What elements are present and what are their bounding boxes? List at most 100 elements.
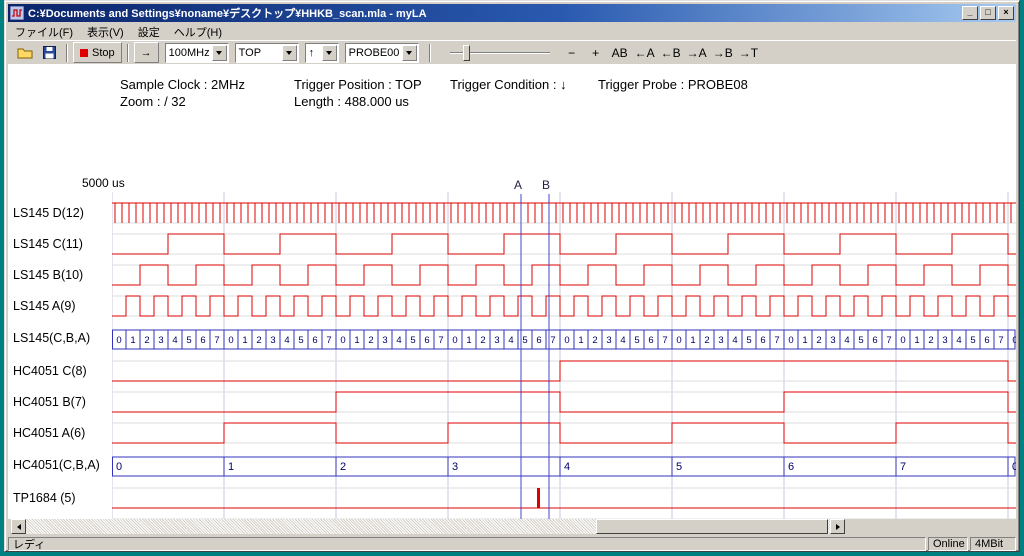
goto-b-right-button[interactable]: →B [710, 43, 736, 63]
bus-value: 3 [158, 335, 163, 346]
bus-value: 3 [494, 335, 499, 346]
bus-value: 4 [732, 335, 737, 346]
bus-value: 1 [914, 335, 919, 346]
bus-value: 4 [564, 461, 570, 473]
horizontal-scrollbar[interactable] [11, 519, 845, 534]
bus-value: 2 [928, 335, 933, 346]
zoom-in-button[interactable]: + [584, 43, 608, 63]
chevron-down-icon[interactable] [282, 45, 297, 61]
bus-value: 5 [410, 335, 415, 346]
bus-value: 6 [424, 335, 429, 346]
chevron-down-icon[interactable] [212, 45, 227, 61]
trigger-edge-select[interactable]: ↑ [305, 43, 339, 63]
app-window: C:¥Documents and Settings¥noname¥デスクトップ¥… [4, 0, 1020, 552]
chevron-down-icon[interactable] [322, 45, 337, 61]
bus-value: 0 [116, 335, 121, 346]
cursor-b-label: B [542, 178, 550, 192]
waveform-row-9 [112, 488, 1016, 508]
bus-value: 2 [816, 335, 821, 346]
channel-label-0: LS145 D(12) [13, 206, 84, 220]
waveform-client-area: Sample Clock : 2MHz Trigger Position : T… [8, 64, 1016, 519]
bus-value: 0 [788, 335, 793, 346]
bus-value: 2 [368, 335, 373, 346]
minimize-button[interactable]: _ [962, 6, 978, 20]
close-button[interactable]: × [998, 6, 1014, 20]
trigger-position-select[interactable]: TOP [235, 43, 299, 63]
bus-value: 4 [284, 335, 289, 346]
bus-value: 4 [956, 335, 961, 346]
status-message: レディ [8, 537, 926, 551]
bus-value: 2 [340, 461, 346, 473]
scrollbar-thumb[interactable] [596, 519, 828, 534]
bus-value: 6 [312, 335, 317, 346]
bus-value: 1 [130, 335, 135, 346]
bus-value: 7 [326, 335, 331, 346]
run-button[interactable]: → [134, 42, 159, 63]
waveform-plot[interactable]: 0123456701234567012345670123456701234567… [112, 176, 1016, 519]
bus-value: 6 [872, 335, 877, 346]
waveform-row-2 [112, 265, 1016, 285]
channel-label-4: LS145(C,B,A) [13, 331, 90, 345]
slider-thumb[interactable] [463, 45, 470, 61]
trigger-probe-select[interactable]: PROBE00 [345, 43, 419, 63]
bus-value: 3 [270, 335, 275, 346]
toolbar-separator [127, 44, 129, 62]
floppy-disk-icon [43, 46, 56, 59]
ab-cursor-button[interactable]: AB [608, 43, 632, 63]
waveform-row-3 [112, 296, 1016, 316]
channel-label-7: HC4051 A(6) [13, 426, 85, 440]
menu-item-4[interactable]: ヘルプ(H) [167, 23, 229, 41]
stop-button-label: Stop [92, 47, 115, 59]
bus-value: 4 [396, 335, 401, 346]
bus-value: 3 [718, 335, 723, 346]
bus-value: 5 [970, 335, 975, 346]
bus-value: 3 [830, 335, 835, 346]
goto-b-left-button[interactable]: ←B [658, 43, 684, 63]
bus-value: 1 [578, 335, 583, 346]
channel-label-5: HC4051 C(8) [13, 364, 87, 378]
waveform-row-7 [112, 423, 1016, 443]
waveform-row-6 [112, 392, 1016, 412]
goto-trigger-button[interactable]: →T [736, 43, 761, 63]
zoom-slider[interactable] [450, 43, 550, 63]
channel-label-8: HC4051(C,B,A) [13, 458, 100, 472]
scroll-left-button[interactable] [11, 519, 26, 534]
menu-item-3[interactable]: 設定 [131, 23, 167, 41]
bus-value: 3 [942, 335, 947, 346]
waveform-row-1 [112, 234, 1016, 254]
menu-item-2[interactable]: 表示(V) [80, 23, 131, 41]
sample-clock-value: 100MHz [166, 47, 212, 59]
menu-item-1[interactable]: ファイル(F) [8, 23, 80, 41]
trigger-position-info: Trigger Position : TOP [294, 77, 422, 92]
bus-value: 7 [550, 335, 555, 346]
bus-value: 5 [676, 461, 682, 473]
bus-value: 7 [438, 335, 443, 346]
cursor-a-label: A [514, 178, 522, 192]
open-button[interactable] [13, 42, 37, 63]
maximize-button[interactable]: □ [980, 6, 996, 20]
bus-value: 5 [858, 335, 863, 346]
bus-value: 6 [536, 335, 541, 346]
sample-clock-select[interactable]: 100MHz [165, 43, 229, 63]
bus-value: 4 [508, 335, 513, 346]
open-folder-icon [17, 46, 33, 59]
goto-a-right-button[interactable]: →A [684, 43, 710, 63]
trigger-condition-info: Trigger Condition : ↓ [450, 77, 567, 92]
chevron-down-icon[interactable] [402, 45, 417, 61]
scroll-right-button[interactable] [830, 519, 845, 534]
bus-value: 6 [648, 335, 653, 346]
length-info: Length : 488.000 us [294, 94, 409, 109]
save-button[interactable] [37, 42, 61, 63]
bus-value: 5 [186, 335, 191, 346]
bus-value: 0 [116, 461, 122, 473]
goto-a-left-button[interactable]: ←A [632, 43, 658, 63]
bus-value: 0 [1012, 461, 1016, 473]
bus-value: 2 [704, 335, 709, 346]
scroll-left-icon [17, 524, 21, 530]
channel-label-9: TP1684 (5) [13, 491, 76, 505]
zoom-out-button[interactable]: − [560, 43, 584, 63]
waveform-row-4: 0123456701234567012345670123456701234567… [113, 330, 1017, 349]
bus-value: 2 [592, 335, 597, 346]
stop-button[interactable]: Stop [73, 42, 122, 63]
bus-value: 7 [662, 335, 667, 346]
